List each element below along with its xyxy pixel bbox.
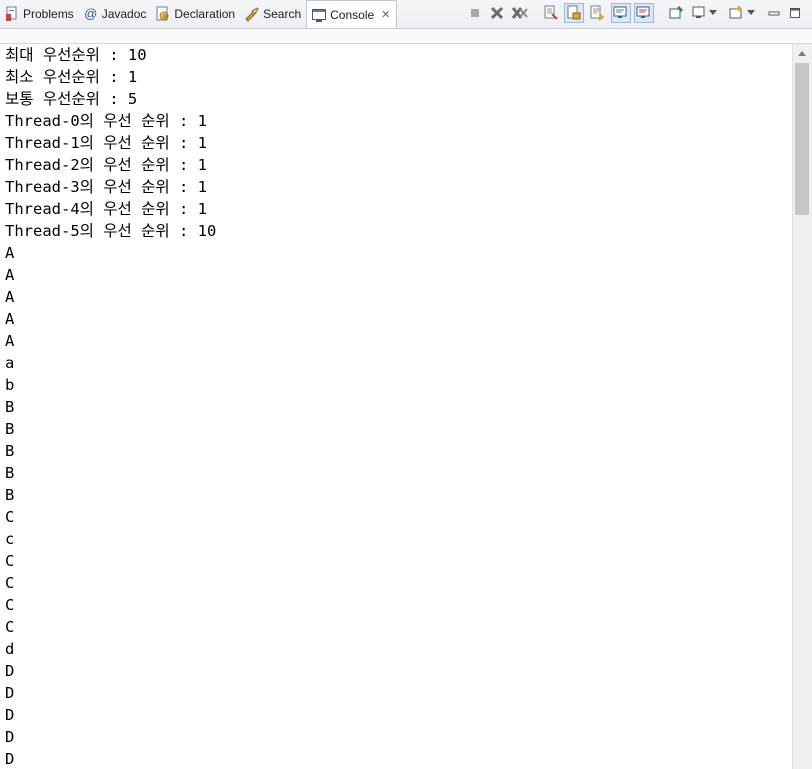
console-view-window: Problems @ Javadoc @ Declaration Search … (0, 0, 812, 769)
tab-console[interactable]: Console ✕ (306, 0, 398, 28)
minimize-icon[interactable] (764, 3, 784, 23)
chevron-down-icon[interactable] (707, 3, 719, 23)
console-line: A (5, 288, 15, 306)
declaration-icon: @ (155, 6, 171, 22)
display-selected-console-icon[interactable] (689, 3, 709, 23)
show-console-on-error-icon[interactable] (634, 3, 654, 23)
console-line: C (5, 618, 15, 636)
console-line: A (5, 332, 15, 350)
console-line: 최대 우선순위 : 10 (5, 46, 147, 64)
console-line: B (5, 420, 15, 438)
console-line: A (5, 310, 15, 328)
open-console-icon[interactable] (726, 3, 746, 23)
at-icon: @ (84, 6, 98, 21)
svg-text:@: @ (162, 14, 168, 21)
console-description-bar (0, 29, 812, 44)
console-line: Thread-0의 우선 순위 : 1 (5, 112, 207, 130)
console-line: C (5, 596, 15, 614)
console-line: B (5, 464, 15, 482)
scrollbar-thumb[interactable] (795, 63, 809, 215)
console-line: D (5, 750, 15, 768)
tab-javadoc[interactable]: @ Javadoc (79, 1, 152, 27)
console-line: Thread-4의 우선 순위 : 1 (5, 200, 207, 218)
console-line: D (5, 706, 15, 724)
tab-label: Search (263, 7, 302, 21)
flashlight-icon (244, 6, 260, 22)
clear-console-icon[interactable] (541, 3, 561, 23)
console-icon (311, 7, 327, 23)
tab-label: Declaration (174, 7, 236, 21)
console-line: D (5, 728, 15, 746)
console-line: d (5, 640, 15, 658)
chevron-down-icon[interactable] (745, 3, 757, 23)
console-line: D (5, 684, 15, 702)
console-line: D (5, 662, 15, 680)
console-line: C (5, 552, 15, 570)
close-icon[interactable]: ✕ (381, 8, 390, 21)
console-output[interactable]: 최대 우선순위 : 10 최소 우선순위 : 1 보통 우선순위 : 5 Thread… (5, 44, 785, 769)
remove-all-terminated-icon[interactable] (510, 3, 530, 23)
console-line: C (5, 508, 15, 526)
console-line: C (5, 574, 15, 592)
tab-declaration[interactable]: @ Declaration (151, 1, 240, 27)
view-tab-bar: Problems @ Javadoc @ Declaration Search … (0, 0, 812, 29)
tab-label: Problems (23, 7, 74, 21)
tab-problems[interactable]: Problems (0, 1, 79, 27)
tab-label: Javadoc (101, 7, 147, 21)
maximize-icon[interactable] (785, 3, 805, 23)
console-line: c (5, 530, 15, 548)
console-line: B (5, 486, 15, 504)
scroll-up-icon[interactable] (798, 51, 806, 56)
console-line: Thread-5의 우선 순위 : 10 (5, 222, 217, 240)
console-line: B (5, 398, 15, 416)
problems-icon (4, 6, 20, 22)
console-line: 보통 우선순위 : 5 (5, 90, 138, 108)
tab-label: Console (330, 7, 375, 22)
console-line: B (5, 442, 15, 460)
terminate-icon[interactable] (465, 3, 485, 23)
remove-launch-icon[interactable] (487, 3, 507, 23)
pin-console-icon[interactable] (666, 3, 686, 23)
scroll-lock-icon[interactable] (564, 3, 584, 23)
console-line: Thread-1의 우선 순위 : 1 (5, 134, 207, 152)
vertical-scrollbar[interactable] (792, 44, 812, 769)
word-wrap-icon[interactable] (587, 3, 607, 23)
console-line: 최소 우선순위 : 1 (5, 68, 138, 86)
show-console-on-output-icon[interactable] (611, 3, 631, 23)
console-line: b (5, 376, 15, 394)
console-line: Thread-2의 우선 순위 : 1 (5, 156, 207, 174)
tab-search[interactable]: Search (240, 1, 306, 27)
console-line: a (5, 354, 15, 372)
console-line: Thread-3의 우선 순위 : 1 (5, 178, 207, 196)
console-line: A (5, 266, 15, 284)
console-line: A (5, 244, 15, 262)
